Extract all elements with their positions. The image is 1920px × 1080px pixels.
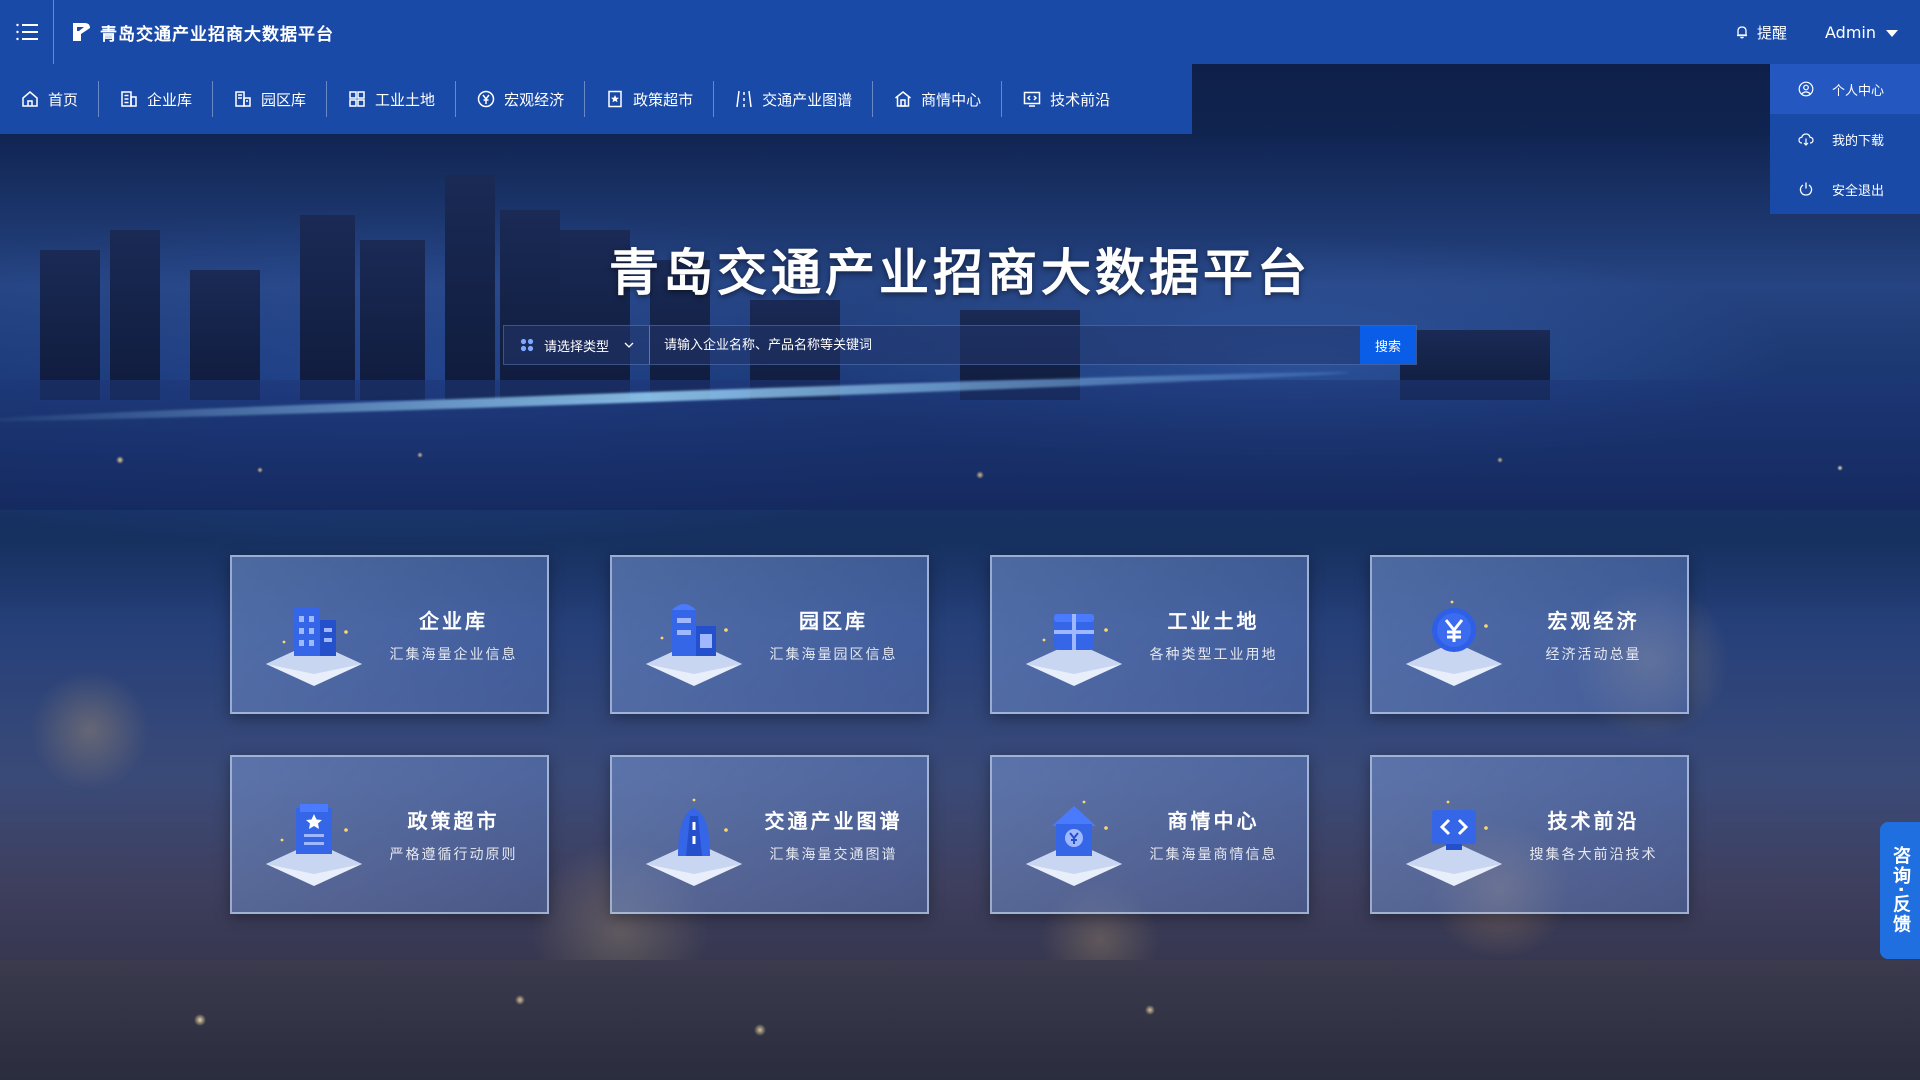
search-input[interactable] — [664, 326, 1360, 364]
nav-label: 政策超市 — [633, 90, 694, 109]
nav-label: 技术前沿 — [1050, 90, 1111, 109]
card-economy[interactable]: 宏观经济 经济活动总量 — [1370, 555, 1689, 714]
nav-label: 工业土地 — [375, 90, 436, 109]
card-business[interactable]: 商情中心 汇集海量商情信息 — [990, 755, 1309, 914]
bell-icon — [1736, 26, 1747, 39]
power-icon — [1799, 182, 1813, 196]
alert-button[interactable]: 提醒 — [1735, 22, 1787, 43]
card-tech[interactable]: 技术前沿 搜集各大前沿技术 — [1370, 755, 1689, 914]
card-title: 交通产业图谱 — [764, 809, 903, 833]
nav-label: 首页 — [48, 90, 79, 109]
menu-item-logout[interactable]: 安全退出 — [1770, 164, 1920, 214]
menu-item-downloads[interactable]: 我的下载 — [1770, 114, 1920, 164]
user-circle-icon — [1798, 81, 1814, 97]
card-title: 企业库 — [419, 609, 488, 633]
feature-cards: 企业库 汇集海量企业信息 园区库 汇集海量园区信息 工业土地 各种类型工业用地 … — [230, 555, 1690, 914]
nav-item-traffic-map[interactable]: 交通产业图谱 — [714, 81, 874, 117]
card-traffic-map[interactable]: 交通产业图谱 汇集海量交通图谱 — [610, 755, 929, 914]
card-land[interactable]: 工业土地 各种类型工业用地 — [990, 555, 1309, 714]
apps-icon — [520, 338, 534, 352]
menu-item-profile[interactable]: 个人中心 — [1770, 64, 1920, 114]
card-subtitle: 汇集海量交通图谱 — [769, 847, 898, 863]
tech-icon — [1406, 800, 1502, 886]
card-subtitle: 汇集海量园区信息 — [769, 647, 898, 663]
alert-label: 提醒 — [1756, 23, 1787, 42]
hamburger-icon — [15, 23, 38, 41]
park-icon — [646, 603, 742, 686]
logo-icon — [73, 23, 90, 41]
nav-item-economy[interactable]: 宏观经济 — [456, 81, 586, 117]
card-subtitle: 各种类型工业用地 — [1149, 647, 1278, 663]
menu-item-label: 我的下载 — [1832, 133, 1885, 149]
nav-item-policy[interactable]: 政策超市 — [585, 81, 715, 117]
business-icon — [1026, 800, 1122, 886]
card-subtitle: 严格遵循行动原则 — [389, 847, 518, 863]
nav-label: 商情中心 — [921, 90, 982, 109]
caret-down-icon — [1886, 29, 1898, 37]
hero-title: 青岛交通产业招商大数据平台 — [609, 244, 1311, 302]
house-icon — [895, 91, 912, 107]
nav-item-park[interactable]: 园区库 — [213, 81, 328, 117]
card-policy[interactable]: 政策超市 严格遵循行动原则 — [230, 755, 549, 914]
star-doc-icon — [608, 90, 622, 108]
background-cityscape — [0, 0, 1920, 1080]
card-title: 商情中心 — [1167, 809, 1260, 833]
user-dropdown: 个人中心 我的下载 安全退出 — [1770, 64, 1920, 214]
policy-icon — [266, 803, 362, 886]
brand[interactable]: 青岛交通产业招商大数据平台 — [70, 20, 334, 45]
feedback-button[interactable]: 咨询·反馈 — [1880, 822, 1920, 959]
code-screen-icon — [1023, 91, 1041, 107]
card-title: 宏观经济 — [1547, 609, 1640, 633]
nav-label: 园区库 — [261, 90, 307, 109]
nav-item-business[interactable]: 商情中心 — [873, 81, 1003, 117]
main-nav: 首页 企业库 园区库 工业土地 宏观经济 政策超市 交通产业图谱 商情中心 技术… — [0, 64, 1192, 134]
type-select[interactable]: 请选择类型 — [504, 326, 651, 364]
card-subtitle: 汇集海量企业信息 — [389, 647, 518, 663]
traffic-icon — [646, 798, 742, 886]
type-select-label: 请选择类型 — [544, 339, 610, 355]
nav-item-land[interactable]: 工业土地 — [327, 81, 457, 117]
enterprise-icon — [266, 607, 362, 686]
card-title: 政策超市 — [407, 809, 500, 833]
card-title: 技术前沿 — [1547, 809, 1640, 833]
chevron-down-icon — [624, 342, 634, 348]
grid-icon — [349, 91, 365, 107]
yen-circle-icon — [477, 90, 495, 108]
nav-item-enterprise[interactable]: 企业库 — [99, 81, 214, 117]
nav-label: 宏观经济 — [504, 90, 565, 109]
card-title: 园区库 — [799, 609, 868, 633]
road-icon — [736, 90, 752, 108]
card-park[interactable]: 园区库 汇集海量园区信息 — [610, 555, 929, 714]
app-title: 青岛交通产业招商大数据平台 — [100, 24, 334, 45]
top-header: 青岛交通产业招商大数据平台 提醒 Admin — [0, 0, 1920, 64]
user-menu-button[interactable]: Admin — [1825, 23, 1898, 42]
home-icon — [22, 91, 38, 107]
nav-item-home[interactable]: 首页 — [0, 81, 100, 117]
nav-label: 企业库 — [147, 90, 193, 109]
user-name: Admin — [1825, 22, 1876, 42]
card-subtitle: 汇集海量商情信息 — [1149, 847, 1278, 863]
card-subtitle: 搜集各大前沿技术 — [1529, 847, 1658, 863]
nav-item-tech[interactable]: 技术前沿 — [1002, 81, 1130, 117]
park-icon — [235, 91, 251, 107]
cloud-download-icon — [1798, 133, 1814, 146]
card-enterprise[interactable]: 企业库 汇集海量企业信息 — [230, 555, 549, 714]
search-bar: 请选择类型 搜索 — [503, 325, 1417, 365]
search-button[interactable]: 搜索 — [1360, 326, 1416, 364]
menu-toggle-button[interactable] — [0, 0, 54, 64]
land-icon — [1026, 613, 1122, 686]
nav-label: 交通产业图谱 — [762, 90, 853, 109]
economy-icon — [1406, 600, 1502, 686]
menu-item-label: 个人中心 — [1832, 83, 1885, 99]
card-title: 工业土地 — [1167, 609, 1260, 633]
building-icon — [121, 91, 137, 107]
card-subtitle: 经济活动总量 — [1545, 647, 1642, 663]
menu-item-label: 安全退出 — [1832, 183, 1885, 199]
